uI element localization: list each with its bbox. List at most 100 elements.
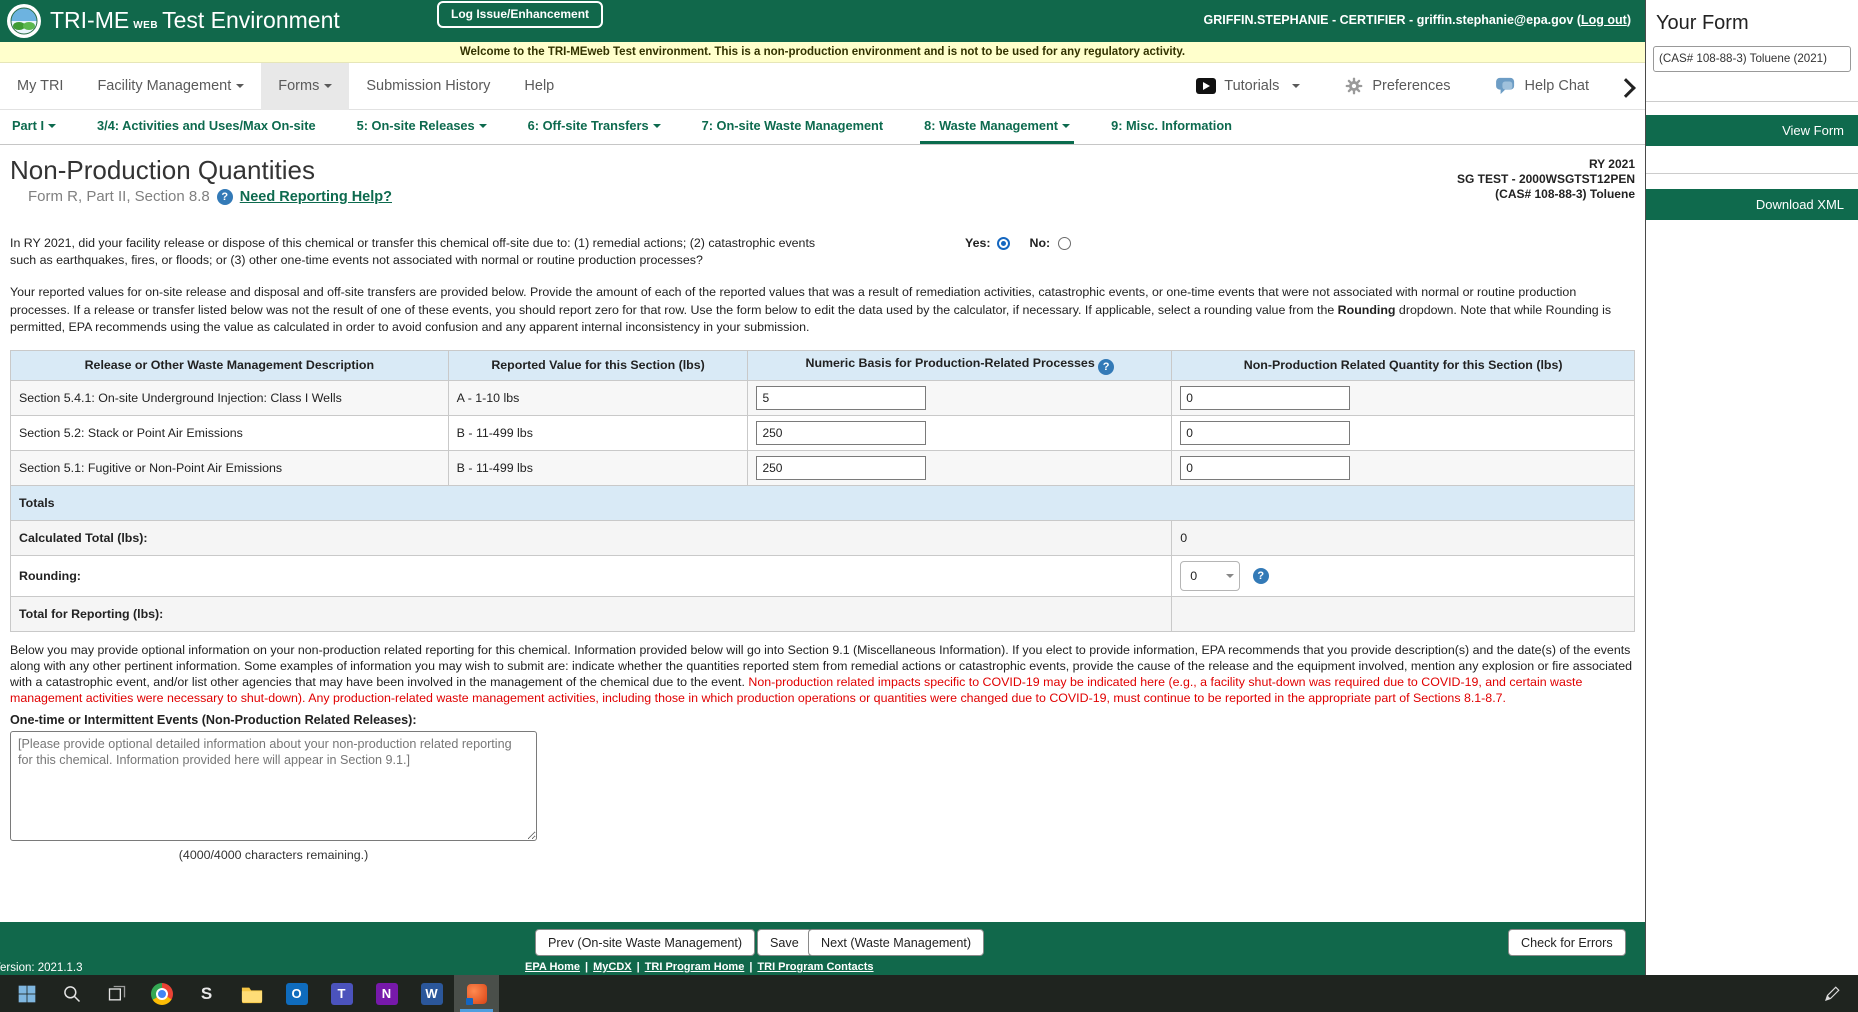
row-reported-value: A - 1-10 lbs bbox=[448, 380, 748, 415]
numeric-basis-input[interactable] bbox=[756, 456, 926, 480]
table-row: Section 5.1: Fugitive or Non-Point Air E… bbox=[11, 450, 1635, 485]
onenote-icon[interactable]: N bbox=[364, 975, 409, 1012]
task-view-icon[interactable] bbox=[94, 975, 139, 1012]
tab-misc-information[interactable]: 9: Misc. Information bbox=[1111, 110, 1232, 144]
nav-help[interactable]: Help bbox=[507, 63, 571, 110]
chevron-down-icon bbox=[1226, 574, 1234, 578]
non-production-table: Release or Other Waste Management Descri… bbox=[10, 350, 1635, 632]
chrome-icon[interactable] bbox=[139, 975, 184, 1012]
chevron-down-icon bbox=[236, 84, 244, 88]
optional-info-paragraph: Below you may provide optional informati… bbox=[10, 642, 1632, 707]
tab-onsite-waste-management[interactable]: 7: On-site Waste Management bbox=[702, 110, 884, 144]
check-for-errors-button[interactable]: Check for Errors bbox=[1508, 929, 1626, 956]
col-header-numeric-basis: Numeric Basis for Production-Related Pro… bbox=[748, 350, 1172, 380]
nav-facility-management[interactable]: Facility Management bbox=[80, 63, 261, 110]
yes-radio[interactable] bbox=[997, 237, 1010, 250]
calculated-total-label: Calculated Total (lbs): bbox=[11, 520, 1172, 555]
tab-waste-management[interactable]: 8: Waste Management bbox=[924, 110, 1070, 144]
need-reporting-help-link[interactable]: Need Reporting Help? bbox=[240, 189, 392, 205]
bottom-action-bar: Prev (On-site Waste Management) Save Nex… bbox=[0, 922, 1645, 975]
download-xml-button[interactable]: Download XML bbox=[1646, 189, 1858, 220]
prev-button[interactable]: Prev (On-site Waste Management) bbox=[535, 929, 755, 956]
numeric-basis-input[interactable] bbox=[756, 386, 926, 410]
divider bbox=[1646, 101, 1858, 102]
table-header-row: Release or Other Waste Management Descri… bbox=[11, 350, 1635, 380]
rounding-row: Rounding: 0 ? bbox=[11, 555, 1635, 596]
yes-label: Yes: bbox=[965, 236, 991, 250]
epa-home-link[interactable]: EPA Home bbox=[525, 961, 580, 973]
main-navbar: My TRI Facility Management Forms Submiss… bbox=[0, 63, 1645, 110]
one-time-events-label: One-time or Intermittent Events (Non-Pro… bbox=[10, 713, 1635, 727]
save-button[interactable]: Save bbox=[757, 929, 812, 956]
search-icon[interactable] bbox=[49, 975, 94, 1012]
tab-offsite-transfers[interactable]: 6: Off-site Transfers bbox=[528, 110, 661, 144]
rounding-select[interactable]: 0 bbox=[1180, 561, 1240, 591]
nav-submission-history[interactable]: Submission History bbox=[349, 63, 507, 110]
app-title: TRI-MEWEBTest Environment bbox=[50, 7, 340, 34]
log-issue-button[interactable]: Log Issue/Enhancement bbox=[437, 1, 603, 28]
view-form-button[interactable]: View Form bbox=[1646, 115, 1858, 146]
file-explorer-icon[interactable] bbox=[229, 975, 274, 1012]
next-button[interactable]: Next (Waste Management) bbox=[808, 929, 984, 956]
active-app-icon[interactable] bbox=[454, 975, 499, 1012]
non-production-qty-input[interactable] bbox=[1180, 421, 1350, 445]
one-time-events-question: In RY 2021, did your facility release or… bbox=[10, 235, 1635, 269]
nav-my-tri[interactable]: My TRI bbox=[0, 63, 80, 110]
nav-help-chat[interactable]: Help Chat bbox=[1495, 77, 1589, 95]
one-time-events-textarea[interactable]: [Please provide optional detailed inform… bbox=[10, 731, 537, 841]
row-reported-value: B - 11-499 lbs bbox=[448, 415, 748, 450]
reporting-year: RY 2021 bbox=[1457, 157, 1635, 172]
video-tutorials-icon bbox=[1196, 78, 1216, 94]
gear-icon bbox=[1344, 76, 1364, 96]
taskbar: S O T N W bbox=[0, 975, 1858, 1012]
tab-part-1[interactable]: Part I bbox=[12, 110, 56, 144]
nav-tutorials[interactable]: Tutorials bbox=[1196, 78, 1300, 94]
nav-preferences[interactable]: Preferences bbox=[1344, 76, 1450, 96]
row-description: Section 5.2: Stack or Point Air Emission… bbox=[11, 415, 449, 450]
teams-icon[interactable]: T bbox=[319, 975, 364, 1012]
word-icon[interactable]: W bbox=[409, 975, 454, 1012]
characters-remaining: (4000/4000 characters remaining.) bbox=[10, 848, 537, 862]
no-label: No: bbox=[1030, 236, 1051, 250]
no-radio[interactable] bbox=[1058, 237, 1071, 250]
help-question-icon[interactable]: ? bbox=[1098, 359, 1114, 375]
outlook-icon[interactable]: O bbox=[274, 975, 319, 1012]
your-form-sidebar: Your Form (CAS# 108-88-3) Toluene (2021)… bbox=[1645, 0, 1858, 975]
help-question-icon[interactable]: ? bbox=[217, 189, 233, 205]
help-question-icon[interactable]: ? bbox=[1253, 568, 1269, 584]
chevron-down-icon bbox=[324, 84, 332, 88]
nav-forms[interactable]: Forms bbox=[261, 63, 349, 110]
totals-label: Totals bbox=[11, 485, 1635, 520]
non-production-qty-input[interactable] bbox=[1180, 456, 1350, 480]
row-description: Section 5.1: Fugitive or Non-Point Air E… bbox=[11, 450, 449, 485]
tab-onsite-releases[interactable]: 5: On-site Releases bbox=[357, 110, 487, 144]
tri-program-home-link[interactable]: TRI Program Home bbox=[645, 961, 745, 973]
tri-program-contacts-link[interactable]: TRI Program Contacts bbox=[757, 961, 873, 973]
test-environment-banner: Welcome to the TRI-MEweb Test environmen… bbox=[0, 42, 1645, 63]
nav-expand-chevron-icon[interactable] bbox=[1616, 78, 1636, 98]
total-for-reporting-value bbox=[1172, 596, 1635, 631]
tab-activities-uses[interactable]: 3/4: Activities and Uses/Max On-site bbox=[97, 110, 316, 144]
sidebar-title: Your Form bbox=[1656, 12, 1858, 35]
col-header-non-production-qty: Non-Production Related Quantity for this… bbox=[1172, 350, 1635, 380]
intro-paragraph: Your reported values for on-site release… bbox=[10, 284, 1632, 337]
nav-utilities: Tutorials Preferences Help Chat bbox=[1196, 76, 1589, 96]
row-reported-value: B - 11-499 lbs bbox=[448, 450, 748, 485]
chevron-down-icon bbox=[653, 124, 661, 128]
numeric-basis-input[interactable] bbox=[756, 421, 926, 445]
calculated-total-row: Calculated Total (lbs): 0 bbox=[11, 520, 1635, 555]
logout-link[interactable]: Log out bbox=[1581, 13, 1627, 27]
form-select[interactable]: (CAS# 108-88-3) Toluene (2021) bbox=[1653, 46, 1851, 72]
start-icon[interactable] bbox=[4, 975, 49, 1012]
totals-header-row: Totals bbox=[11, 485, 1635, 520]
mycdx-link[interactable]: MyCDX bbox=[593, 961, 632, 973]
chemical-name: (CAS# 108-88-3) Toluene bbox=[1457, 187, 1635, 202]
page-content: RY 2021 SG TEST - 2000WSGTST12PEN (CAS# … bbox=[0, 145, 1645, 862]
form-context-info: RY 2021 SG TEST - 2000WSGTST12PEN (CAS# … bbox=[1457, 157, 1635, 202]
chevron-down-icon bbox=[1062, 124, 1070, 128]
non-production-qty-input[interactable] bbox=[1180, 386, 1350, 410]
skype-icon[interactable]: S bbox=[184, 975, 229, 1012]
app-name: TRI-ME bbox=[50, 7, 129, 33]
windows-ink-icon[interactable] bbox=[1812, 975, 1852, 1012]
question-text: In RY 2021, did your facility release or… bbox=[10, 235, 822, 269]
